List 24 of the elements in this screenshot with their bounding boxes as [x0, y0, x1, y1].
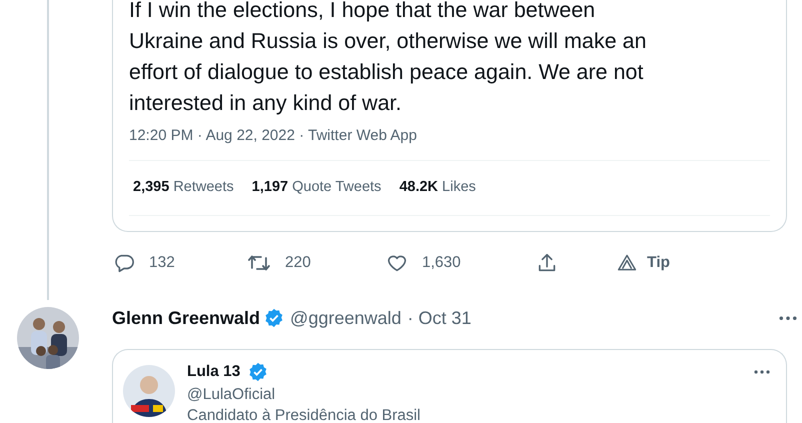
tip-icon [617, 253, 637, 273]
tweet-meta: 12:20 PM · Aug 22, 2022 · Twitter Web App [129, 127, 770, 161]
tweet-text: If I win the elections, I hope that the war between Ukraine and Russia is over, otherwise we will make an effort of dialogue to establish peace again. We are not interested in any kind of war. [129, 0, 648, 117]
reply-button[interactable]: 132 [113, 252, 247, 274]
more-icon [754, 370, 770, 374]
author-handle[interactable]: @ggreenwald [290, 308, 402, 328]
tweet-time[interactable]: · Oct 31 [407, 308, 472, 328]
tip-button[interactable]: Tip [617, 253, 697, 273]
tweet-stat[interactable]: 2,395 Retweets [133, 179, 234, 195]
like-button[interactable]: 1,630 [386, 252, 536, 274]
more-button[interactable] [779, 316, 797, 320]
tweet-stat[interactable]: 48.2K Likes [399, 179, 476, 195]
quoted-author-handle[interactable]: @LulaOficial [187, 386, 770, 404]
comment-icon [113, 252, 135, 274]
more-button[interactable] [754, 370, 770, 374]
quoted-author-name[interactable]: Lula 13 [187, 363, 240, 381]
tweet-stat[interactable]: 1,197 Quote Tweets [252, 179, 382, 195]
retweet-button[interactable]: 220 [247, 252, 386, 274]
more-icon [779, 316, 797, 320]
avatar [123, 365, 175, 417]
quoted-author-bio: Candidato à Presidência do Brasil [187, 407, 422, 423]
quoted-card[interactable]: Lula 13 @LulaOficial Candidato à Presidência do Brasil [112, 349, 787, 423]
share-icon [536, 252, 558, 274]
author-name[interactable]: Glenn Greenwald [112, 308, 260, 328]
